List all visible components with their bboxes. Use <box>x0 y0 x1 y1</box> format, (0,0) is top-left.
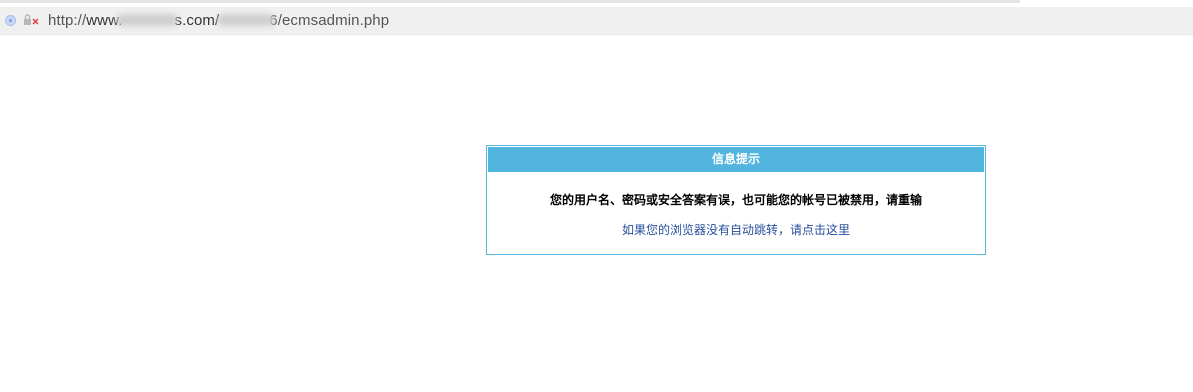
message-box-title: 信息提示 <box>488 147 984 172</box>
top-edge-line <box>0 0 1020 3</box>
redirect-link[interactable]: 如果您的浏览器没有自动跳转，请点击这里 <box>487 221 985 238</box>
url-text[interactable]: http://www. s.com/6/ecmsadmin.php <box>48 12 389 29</box>
url-path-end: 6/ecmsadmin.php <box>269 12 390 29</box>
error-message-text: 您的用户名、密码或安全答案有误，也可能您的帐号已被禁用，请重输 <box>549 193 922 207</box>
insecure-lock-icon[interactable] <box>23 13 39 27</box>
redacted-path-blur <box>217 14 276 26</box>
url-host-end: s.com/ <box>174 12 220 29</box>
info-message-box: 信息提示 您的用户名、密码或安全答案有误，也可能您的帐号已被禁用，请重输 如果您… <box>486 145 986 255</box>
address-bar[interactable]: http://www. s.com/6/ecmsadmin.php <box>0 7 1193 35</box>
url-scheme: http:// <box>48 12 87 29</box>
redacted-host-blur <box>116 14 179 26</box>
page-globe-icon <box>5 15 16 26</box>
